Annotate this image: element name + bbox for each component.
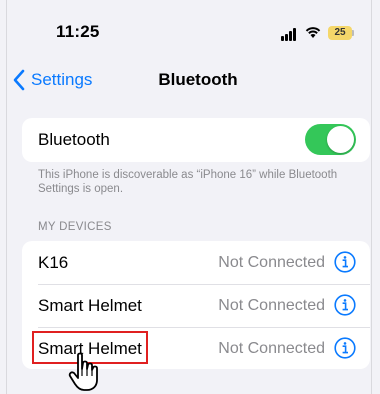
bluetooth-toggle[interactable] (305, 124, 356, 155)
page-title: Bluetooth (158, 70, 238, 89)
bluetooth-label: Bluetooth (38, 129, 110, 149)
device-status: Not Connected (218, 339, 325, 357)
info-icon[interactable] (334, 251, 356, 273)
device-row-smart-helmet-1[interactable]: Smart Helmet Not Connected (22, 284, 370, 328)
device-name: K16 (38, 252, 69, 272)
info-icon[interactable] (334, 337, 356, 359)
battery-cap (352, 30, 354, 36)
bluetooth-row: Bluetooth (22, 118, 370, 161)
toggle-knob (327, 126, 354, 153)
device-name: Smart Helmet (38, 295, 142, 315)
battery-indicator: 25 (328, 26, 352, 40)
hand-pointer-icon (68, 352, 98, 391)
wifi-icon (305, 27, 321, 38)
nav-title-wrap: Bluetooth (0, 70, 380, 90)
cellular-signal-icon (281, 27, 301, 41)
my-devices-header: MY DEVICES (38, 221, 112, 233)
device-row-k16[interactable]: K16 Not Connected (22, 241, 370, 285)
device-status: Not Connected (218, 253, 325, 271)
info-icon[interactable] (334, 294, 356, 316)
device-status: Not Connected (218, 296, 325, 314)
status-time: 11:25 (56, 22, 100, 41)
settings-screen: 11:25 25 Settings Bluetooth Bluetooth Th… (0, 0, 380, 394)
my-devices-list: K16 Not Connected Smart Helmet Not Conne… (22, 241, 370, 369)
status-bar: 11:25 25 (0, 0, 380, 60)
navigation-bar: Settings Bluetooth (0, 62, 380, 98)
discoverable-footnote: This iPhone is discoverable as “iPhone 1… (38, 169, 338, 195)
bluetooth-toggle-group: Bluetooth (22, 118, 370, 162)
